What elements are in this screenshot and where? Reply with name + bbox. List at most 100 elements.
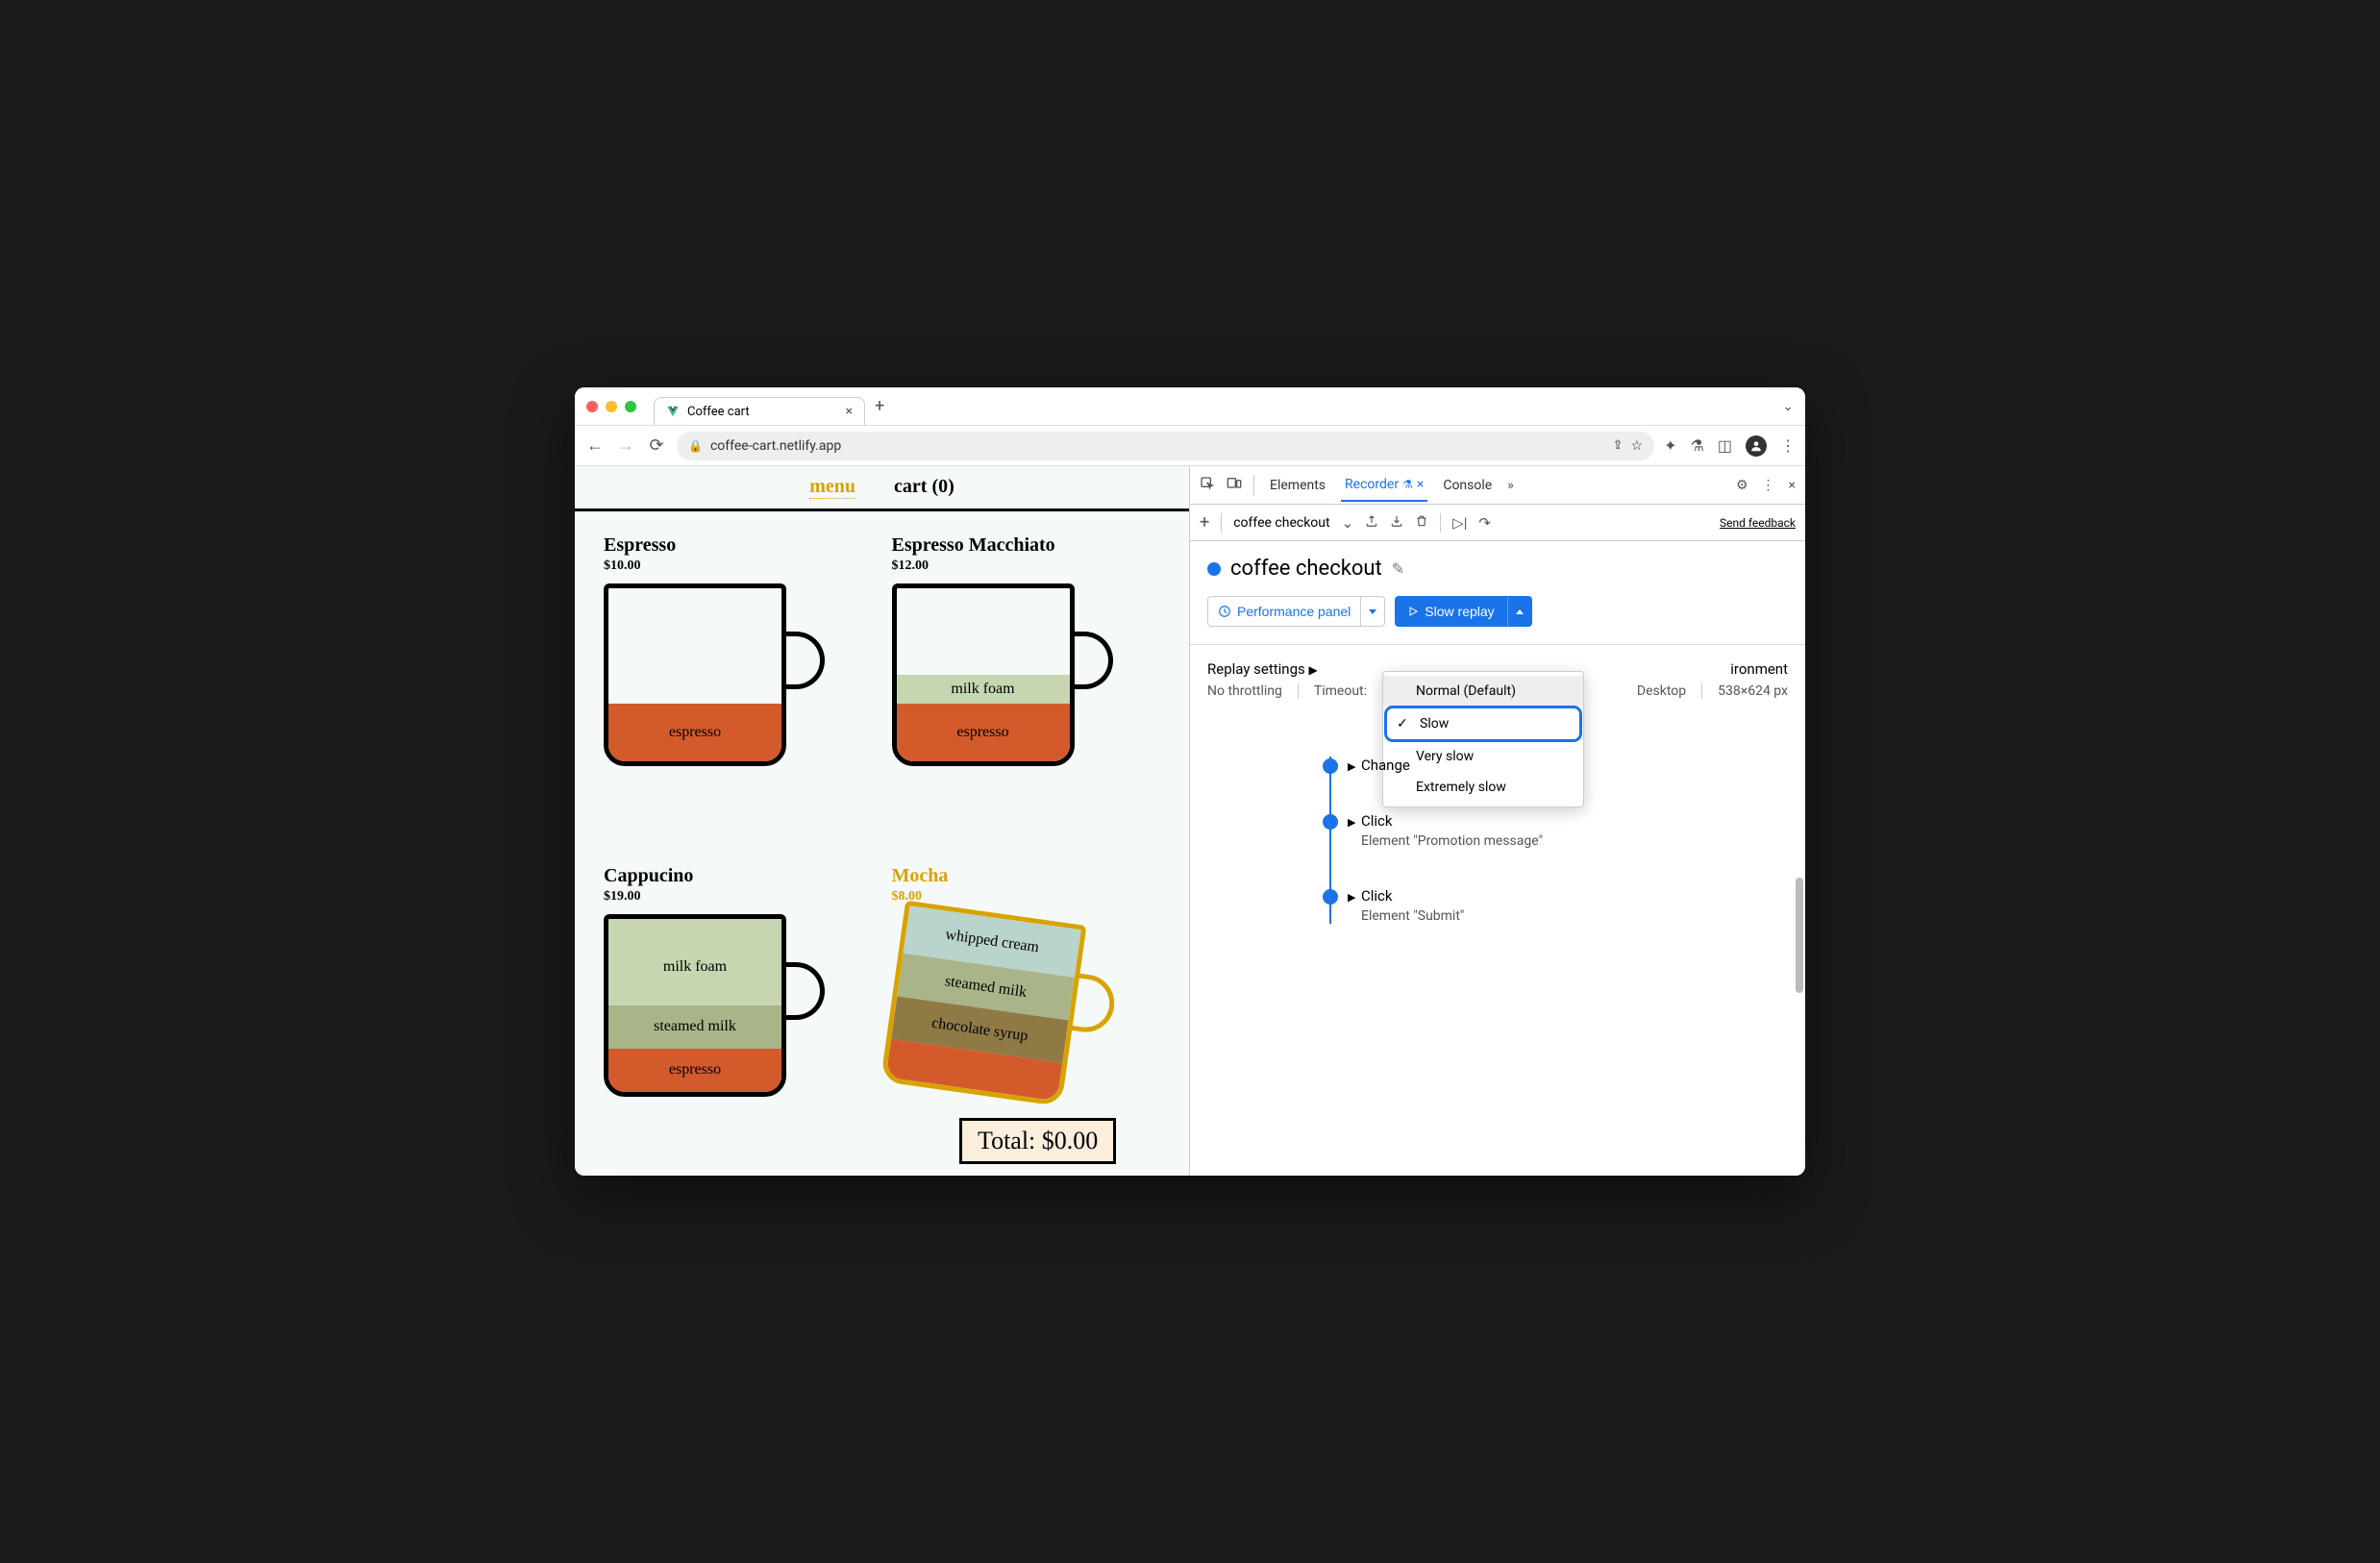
close-window-button[interactable] (586, 401, 598, 412)
inspect-icon[interactable] (1200, 476, 1215, 495)
browser-tab[interactable]: Coffee cart × (654, 397, 865, 425)
forward-button[interactable]: → (615, 435, 636, 456)
close-tab-icon[interactable]: × (846, 404, 853, 419)
extensions-icon[interactable]: ✦ (1664, 436, 1676, 455)
replay-button-group: Slow replay (1395, 596, 1531, 627)
tab-title: Coffee cart (687, 405, 750, 419)
share-icon[interactable]: ⇪ (1613, 438, 1624, 453)
menu-kebab-icon[interactable]: ⋮ (1780, 436, 1796, 455)
step-node (1323, 889, 1338, 905)
page-nav: menu cart (0) (575, 466, 1189, 511)
product-name: Espresso Macchiato (892, 534, 1161, 557)
profile-avatar[interactable] (1746, 435, 1767, 457)
step-icon[interactable]: ↷ (1478, 514, 1491, 532)
replay-option-normal[interactable]: Normal (Default) (1383, 676, 1583, 707)
toolbar-actions: ✦ ⚗ ◫ ⋮ (1664, 435, 1796, 457)
step-over-icon[interactable]: ▷| (1452, 514, 1467, 532)
labs-icon[interactable]: ⚗ (1691, 436, 1704, 455)
cup-graphic: milk foam steamed milk espresso (604, 914, 815, 1097)
replay-option-slow[interactable]: ✓ Slow (1387, 708, 1579, 739)
devtools-panel: Elements Recorder ⚗ × Console » ⚙ ⋮ × + (1190, 466, 1805, 1176)
product-price: $12.00 (892, 558, 1161, 574)
device-toggle-icon[interactable] (1227, 476, 1242, 495)
settings-gear-icon[interactable]: ⚙ (1736, 478, 1748, 493)
viewport-size: 538×624 px (1718, 683, 1788, 699)
environment-label-truncated: ironment (1730, 660, 1788, 678)
nav-cart-link[interactable]: cart (0) (894, 476, 954, 499)
layer-milkfoam: milk foam (608, 919, 781, 1015)
delete-icon[interactable] (1415, 514, 1428, 532)
check-icon: ✓ (1397, 716, 1408, 732)
layer-espresso: espresso (897, 704, 1070, 761)
expand-arrow-icon[interactable]: ▶ (1348, 816, 1355, 829)
close-recorder-tab-icon[interactable]: × (1417, 477, 1424, 492)
lock-icon: 🔒 (688, 439, 703, 453)
expand-arrow-icon[interactable]: ▶ (1348, 891, 1355, 904)
step-node (1323, 758, 1338, 774)
layer-milkfoam: milk foam (897, 675, 1070, 704)
url-text: coffee-cart.netlify.app (710, 438, 841, 454)
recording-status-dot (1207, 562, 1221, 576)
tab-console[interactable]: Console (1439, 470, 1496, 501)
tab-overflow-chevron-icon[interactable]: ⌄ (1782, 399, 1794, 414)
step-title: Click (1361, 887, 1788, 905)
step-click-promotion[interactable]: ▶ Click Element "Promotion message" ⋮ (1323, 812, 1788, 849)
cup-graphic: whipped cream steamed milk chocolate syr… (880, 900, 1114, 1110)
title-bar: Coffee cart × + ⌄ (575, 387, 1805, 426)
recording-title: coffee checkout (1230, 557, 1382, 581)
product-espresso-macchiato[interactable]: Espresso Macchiato $12.00 milk foam espr… (892, 534, 1161, 846)
page-content: menu cart (0) Espresso $10.00 espresso (575, 466, 1190, 1176)
slow-replay-button[interactable]: Slow replay (1395, 596, 1506, 627)
recording-title-row: coffee checkout ✎ (1207, 557, 1788, 581)
browser-window: Coffee cart × + ⌄ ← → ⟳ 🔒 coffee-cart.ne… (575, 387, 1805, 1176)
timeout-label: Timeout: (1314, 683, 1367, 699)
import-icon[interactable] (1390, 514, 1403, 532)
devtools-menu-icon[interactable]: ⋮ (1762, 478, 1775, 493)
replay-settings-label[interactable]: Replay settings ▶ (1207, 660, 1318, 678)
step-title: Change (1361, 757, 1788, 774)
reload-button[interactable]: ⟳ (646, 435, 667, 456)
product-name: Mocha (892, 865, 1161, 887)
minimize-window-button[interactable] (606, 401, 617, 412)
step-click-submit[interactable]: ▶ Click Element "Submit" ⋮ (1323, 887, 1788, 924)
cup-graphic: milk foam espresso (892, 583, 1103, 766)
export-icon[interactable] (1365, 514, 1378, 532)
layer-steamed-milk: steamed milk (608, 1005, 781, 1049)
step-change[interactable]: ▶ Change ⋮ (1323, 757, 1788, 774)
new-tab-button[interactable]: + (875, 396, 884, 416)
flask-icon: ⚗ (1402, 478, 1413, 491)
more-tabs-icon[interactable]: » (1507, 478, 1514, 493)
replay-speed-dropdown[interactable] (1507, 596, 1532, 627)
recording-selector[interactable]: coffee checkout (1233, 515, 1329, 531)
send-feedback-link[interactable]: Send feedback (1720, 516, 1796, 530)
performance-panel-button[interactable]: Performance panel (1207, 596, 1361, 627)
performance-panel-dropdown[interactable] (1361, 596, 1385, 627)
total-display: Total: $0.00 (959, 1118, 1116, 1164)
recorder-body: coffee checkout ✎ Performance panel (1190, 541, 1805, 1176)
maximize-window-button[interactable] (625, 401, 636, 412)
throttling-value: No throttling (1207, 683, 1282, 699)
nav-menu-link[interactable]: menu (809, 476, 855, 499)
step-subtitle: Element "Promotion message" (1361, 833, 1788, 849)
edit-title-icon[interactable]: ✎ (1392, 559, 1404, 578)
side-panel-icon[interactable]: ◫ (1718, 436, 1732, 455)
bookmark-star-icon[interactable]: ☆ (1631, 438, 1644, 454)
back-button[interactable]: ← (584, 435, 606, 456)
window-controls (586, 401, 636, 412)
product-espresso[interactable]: Espresso $10.00 espresso (604, 534, 873, 846)
chevron-down-icon[interactable]: ⌄ (1342, 514, 1354, 532)
url-bar: ← → ⟳ 🔒 coffee-cart.netlify.app ⇪ ☆ ✦ ⚗ … (575, 426, 1805, 466)
product-cappucino[interactable]: Cappucino $19.00 milk foam steamed milk … (604, 865, 873, 1177)
step-node (1323, 814, 1338, 830)
tab-elements[interactable]: Elements (1266, 470, 1329, 501)
close-devtools-icon[interactable]: × (1789, 478, 1796, 493)
tab-recorder[interactable]: Recorder ⚗ × (1341, 469, 1427, 502)
scrollbar-thumb[interactable] (1796, 878, 1803, 993)
expand-arrow-icon[interactable]: ▶ (1348, 760, 1355, 773)
product-name: Cappucino (604, 865, 873, 887)
recorder-toolbar: + coffee checkout ⌄ ▷| ↷ Send feedback (1190, 505, 1805, 541)
address-bar[interactable]: 🔒 coffee-cart.netlify.app ⇪ ☆ (677, 432, 1654, 460)
product-price: $10.00 (604, 558, 873, 574)
new-recording-button[interactable]: + (1200, 512, 1209, 533)
devtools-tabs: Elements Recorder ⚗ × Console » ⚙ ⋮ × (1190, 466, 1805, 505)
